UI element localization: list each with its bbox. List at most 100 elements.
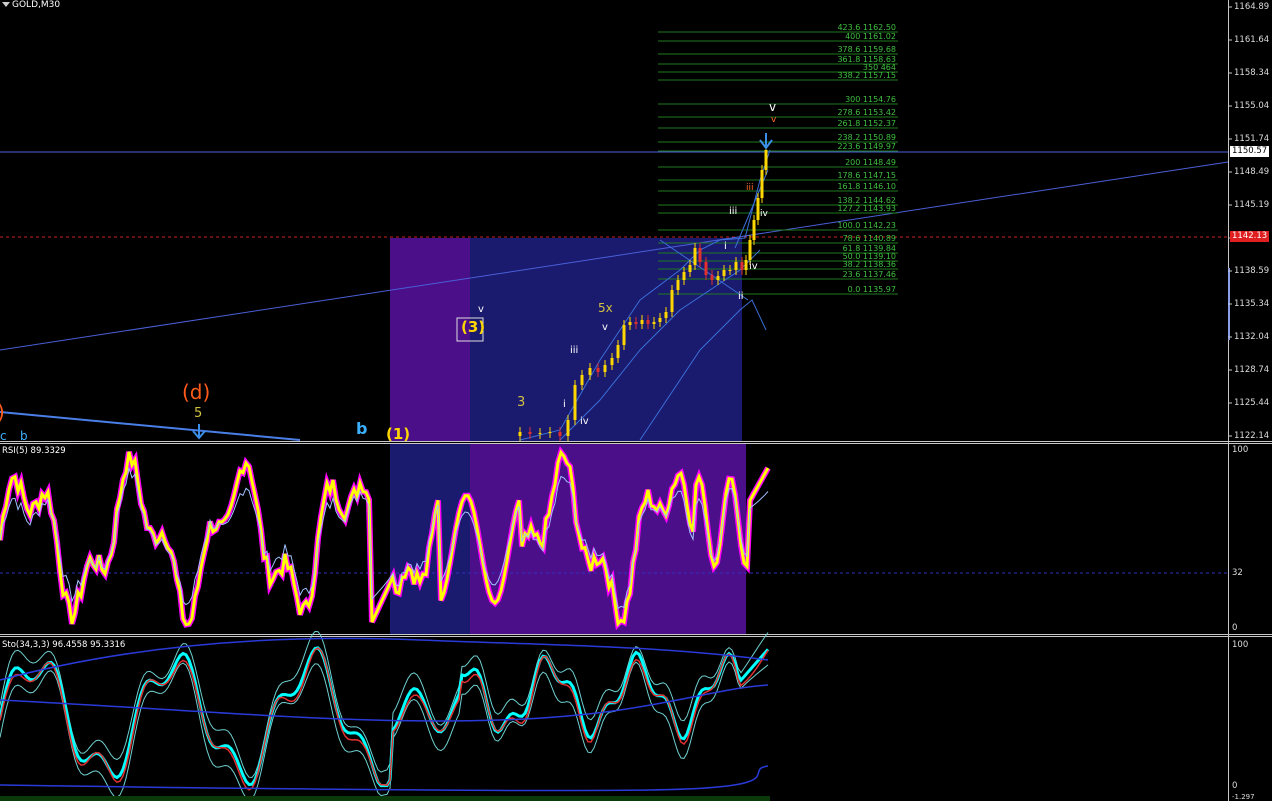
fib-level-label: 300 1154.76 [845,95,896,104]
fib-level-label: 0.0 1135.97 [847,285,896,294]
fib-level-label: 278.6 1153.42 [837,108,896,117]
fib-level-label: 338.2 1157.15 [837,71,896,80]
candle-body [740,262,744,270]
wave-iii-red-label: iii [746,183,754,193]
fib-level-label: 23.6 1137.46 [842,270,896,279]
candle-body [760,170,764,198]
rsi-title: RSI(5) 89.3329 [2,446,66,456]
stoch-main-line [0,646,770,788]
wave-i-label: i [563,399,566,410]
stochastic-indicator [0,630,770,801]
wave-v-mid-label: v [602,322,608,333]
candle-body [573,385,577,420]
fib-level-label: 261.8 1152.37 [837,119,896,128]
price-tick: 1164.89 [1234,2,1270,12]
stoch-signal-line [0,647,769,791]
fib-level-label: 423.6 1162.50 [837,23,896,32]
wave-5-label: 5 [194,406,203,421]
price-tick: 1138.59 [1234,266,1270,276]
fib-level-label: 378.6 1159.68 [837,45,896,54]
fib-level-label: 223.6 1149.97 [837,142,896,151]
stoch-tick-0: 0 [1232,781,1238,791]
candle-body [716,276,720,280]
candle-body [640,320,644,324]
candle-body [588,368,592,375]
candle-body [688,265,692,272]
wave-v-top-label: v [769,100,777,114]
wave-iv-label: iv [580,416,589,427]
chart-menu-icon[interactable] [2,2,10,7]
candle-body [710,275,714,280]
rsi-tick-0: 0 [1232,623,1238,633]
fib-level-label: 78.6 1140.89 [842,234,896,243]
wave-iv-b-label: iv [760,209,768,219]
candle-body [658,318,662,322]
stoch-tick-100: 100 [1232,640,1249,650]
trendline-d[interactable] [0,411,301,441]
candle-body [744,260,748,270]
candle-body [518,432,522,436]
fib-level-label: 100.0 1142.23 [837,221,896,230]
candle-body [652,322,656,324]
candle-body [734,262,738,270]
price-tick: 1161.64 [1234,35,1270,45]
price-tick: 1128.74 [1234,365,1270,375]
candle-body [558,432,562,436]
wave-3-label: (3) [461,318,486,336]
candle-body [748,240,752,260]
candle-body [676,280,680,290]
fib-level-label: 200 1148.49 [845,158,896,167]
fib-level-label: 127.2 1143.93 [837,204,896,213]
time-box-purple[interactable] [390,238,470,441]
price-tick: 1148.49 [1234,167,1270,177]
candle-body [728,270,732,271]
fib-level-label: 38.2 1138.36 [842,260,896,269]
rsi-tick-32: 32 [1232,568,1243,578]
fib-level-label: 178.6 1147.15 [837,171,896,180]
wave-c-label: c [0,429,7,443]
price-tick: 1122.14 [1234,431,1270,441]
candle-body [538,433,542,434]
price-tick: 1125.44 [1234,398,1270,408]
wave-b-small-label: b [20,429,28,443]
wave-i-b-label: i [724,241,727,252]
candle-body [670,290,674,312]
volume-strip [0,796,770,801]
wave-iv-c-label: iv [749,261,758,272]
wave-v-top-small-label: v [771,115,777,125]
arrow-down-icon [759,133,773,150]
candle-body [704,262,708,275]
stoch-bottom-tick: -1.297 [1232,793,1255,801]
window-title: GOLD,M30 [2,1,60,10]
candle-body [528,432,532,434]
wave-1-label: (1) [386,425,411,443]
wave-v-label: v [478,304,484,315]
candle-body [752,220,756,240]
wave-3-small-label: 3 [517,395,526,410]
fib-level-label: 161.8 1146.10 [837,182,896,191]
wave-iii-b-label: iii [729,206,738,217]
candle-body [764,150,768,170]
wave-iii-label: iii [570,345,579,356]
wave-b-paren-label: ) [0,402,5,422]
candle-body [664,312,668,318]
candle-body [548,432,552,433]
current-price-badge: 1150.57 [1230,146,1270,157]
candle-body [646,320,650,324]
candle-body [610,358,614,365]
fib-level-label: 400 1161.02 [845,32,896,41]
price-tick: 1135.34 [1234,299,1270,309]
candle-body [603,365,607,372]
alert-price-badge: 1142.13 [1230,231,1270,242]
wave-b-label: b [356,419,368,438]
candle-body [566,420,570,436]
price-tick: 1158.34 [1234,68,1270,78]
candle-body [682,272,686,280]
wave-d-label: (d) [182,380,211,404]
wave-5x-label: 5x [598,301,613,315]
stoch-title: Sto(34,3,3) 96.4558 95.3316 [2,640,126,650]
candle-body [622,325,626,345]
fib-level-label: 238.2 1150.89 [837,133,896,142]
price-tick: 1151.74 [1234,134,1270,144]
price-tick: 1132.04 [1234,332,1270,342]
